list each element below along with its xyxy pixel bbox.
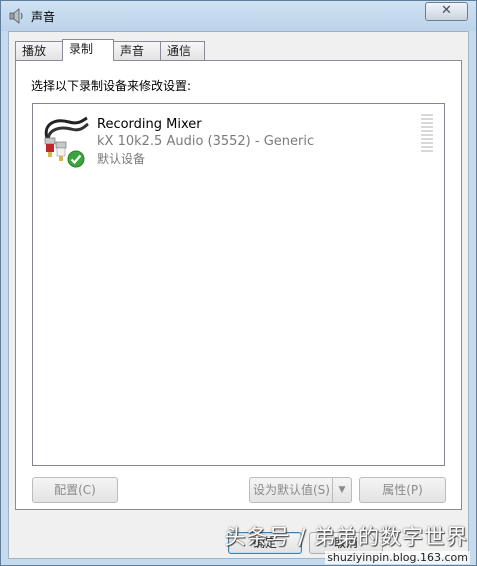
device-list-item[interactable]: Recording Mixer kX 10k2.5 Audio (3552) -… (33, 104, 444, 176)
tab-sounds-label: 声音 (120, 44, 145, 58)
close-icon: ✕ (441, 3, 452, 18)
configure-button[interactable]: 配置(C) (32, 477, 118, 503)
sound-dialog-window: 声音 ✕ 播放 录制 声音 通信 选择以下录制设备来修改设置: Recordin… (0, 0, 477, 566)
device-name: Recording Mixer (97, 117, 202, 132)
recording-device-list[interactable]: Recording Mixer kX 10k2.5 Audio (3552) -… (32, 103, 445, 466)
watermark-url: shuziyinpin.blog.163.com (325, 551, 470, 564)
tab-recording[interactable]: 录制 (62, 39, 114, 61)
set-default-split-button[interactable]: 设为默认值(S) ▼ (249, 477, 352, 503)
window-title: 声音 (31, 10, 56, 24)
device-description: kX 10k2.5 Audio (3552) - Generic (97, 134, 315, 149)
tab-recording-label: 录制 (69, 42, 94, 56)
tab-playback-label: 播放 (22, 44, 47, 58)
title-bar[interactable]: 声音 ✕ (1, 1, 476, 31)
configure-button-label: 配置(C) (54, 483, 96, 497)
tab-playback[interactable]: 播放 (15, 41, 63, 60)
dialog-client-area: 播放 录制 声音 通信 选择以下录制设备来修改设置: Recording Mix… (8, 31, 469, 559)
properties-button[interactable]: 属性(P) (359, 477, 446, 503)
instruction-text: 选择以下录制设备来修改设置: (31, 79, 192, 93)
properties-button-label: 属性(P) (382, 483, 423, 497)
device-status: 默认设备 (97, 152, 146, 166)
green-check-icon (67, 150, 85, 168)
tab-sounds[interactable]: 声音 (113, 41, 161, 60)
set-default-button-label: 设为默认值(S) (253, 483, 330, 497)
close-button[interactable]: ✕ (425, 2, 468, 21)
recording-tab-panel: 选择以下录制设备来修改设置: Recording Mixer kX 10k2.5… (15, 60, 462, 510)
tab-communications[interactable]: 通信 (160, 41, 205, 60)
chevron-down-icon[interactable]: ▼ (332, 478, 351, 502)
speaker-icon (9, 8, 23, 24)
level-meter (421, 114, 433, 154)
watermark-text: 头条号 / 弟弟的数字世界 (224, 525, 468, 549)
tab-communications-label: 通信 (167, 44, 192, 58)
